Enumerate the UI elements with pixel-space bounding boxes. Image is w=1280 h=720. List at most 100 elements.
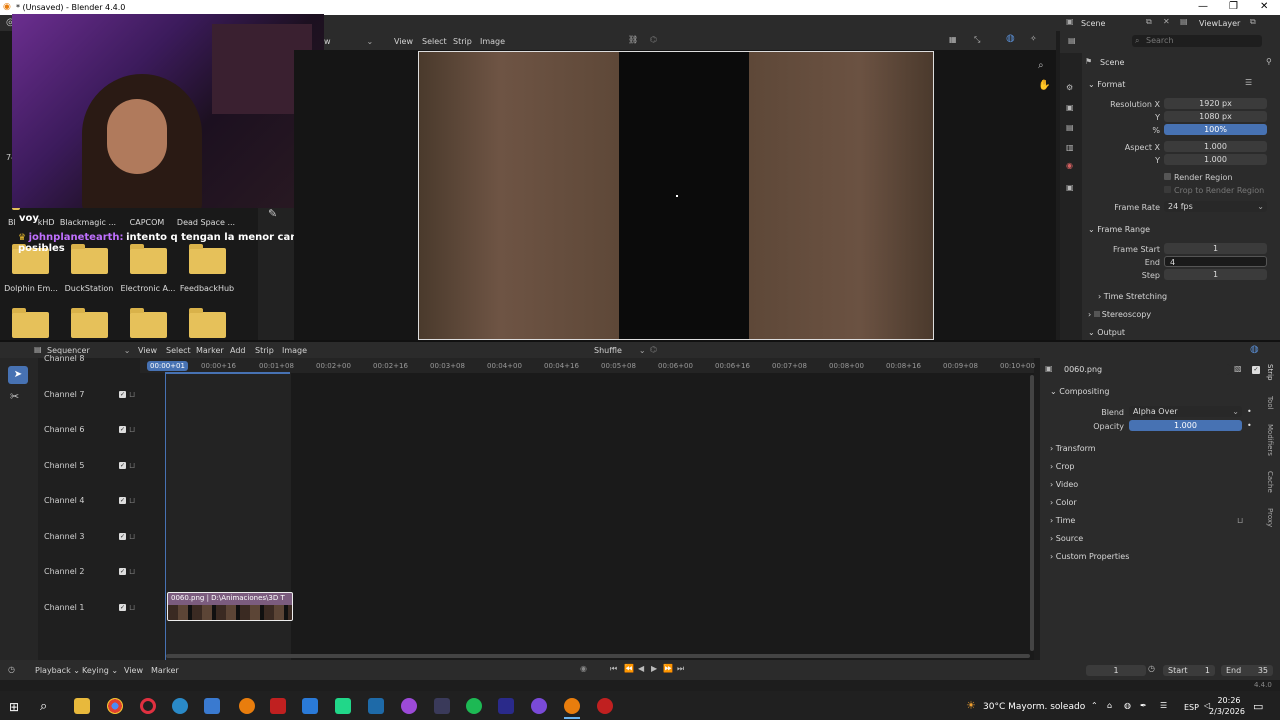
lock-icon[interactable]: ⊔ xyxy=(129,425,135,434)
opera-icon[interactable] xyxy=(140,698,156,714)
play-reverse-icon[interactable]: ◀ xyxy=(638,664,644,673)
chrome-icon[interactable] xyxy=(107,698,123,714)
voice-meeter-icon[interactable] xyxy=(270,698,286,714)
app-icon[interactable] xyxy=(531,698,547,714)
play-icon[interactable]: ▶ xyxy=(651,664,657,673)
time-lock-icon[interactable]: ⊔ xyxy=(1237,516,1243,525)
world-tab-icon[interactable]: ▣ xyxy=(1066,183,1074,192)
frame-range-panel-header[interactable]: ⌄ Frame Range xyxy=(1088,225,1150,234)
playhead-line[interactable] xyxy=(165,372,166,660)
channel-label[interactable]: Channel 6 xyxy=(44,425,84,434)
color-panel-header[interactable]: › Color xyxy=(1050,498,1077,507)
output-header[interactable]: ⌄ Output xyxy=(1088,328,1125,337)
folder-icon[interactable] xyxy=(130,308,167,338)
aspect-y-field[interactable]: 1.000 xyxy=(1164,154,1267,165)
seq-menu-image[interactable]: Image xyxy=(282,346,307,355)
preview-menu-view[interactable]: View xyxy=(394,37,413,46)
obs-icon[interactable] xyxy=(239,698,255,714)
time-stretching-header[interactable]: › Time Stretching xyxy=(1098,292,1167,301)
blend-select[interactable]: Alpha Over ⌄ xyxy=(1129,406,1242,417)
folder-icon[interactable] xyxy=(189,308,226,338)
clock-date[interactable]: 2/3/2026 xyxy=(1204,707,1250,716)
frame-step-field[interactable]: 1 xyxy=(1164,269,1267,280)
scene-tab-icon[interactable]: ◉ xyxy=(1066,161,1073,170)
strip-name-field[interactable]: 0060.png xyxy=(1060,364,1230,375)
folder-icon[interactable] xyxy=(189,244,226,274)
app-icon[interactable] xyxy=(434,698,450,714)
folder-icon[interactable] xyxy=(12,308,49,338)
tray-network-icon[interactable]: ⌂ xyxy=(1107,701,1112,710)
transform-panel-header[interactable]: › Transform xyxy=(1050,444,1096,453)
app-icon[interactable] xyxy=(401,698,417,714)
current-frame-field[interactable]: 1 xyxy=(1086,665,1146,676)
channel-toggle-checkbox[interactable]: ✓ xyxy=(119,533,126,540)
video-panel-header[interactable]: › Video xyxy=(1050,480,1078,489)
timeline-editor-icon[interactable]: ◷ xyxy=(8,665,15,674)
channel-toggle-checkbox[interactable]: ✓ xyxy=(119,568,126,575)
pycharm-icon[interactable] xyxy=(335,698,351,714)
channel-label[interactable]: Channel 4 xyxy=(44,496,84,505)
close-button[interactable]: ✕ xyxy=(1260,1,1268,12)
notification-icon[interactable]: ▭ xyxy=(1253,700,1263,713)
snapping-icon[interactable]: ⛓ xyxy=(628,35,638,44)
timeline-view-menu[interactable]: View xyxy=(124,666,143,675)
lock-icon[interactable]: ⊔ xyxy=(129,496,135,505)
scene-name[interactable]: Scene xyxy=(1081,19,1105,28)
seq-menu-marker[interactable]: Marker xyxy=(196,346,224,355)
after-effects-icon[interactable] xyxy=(498,698,514,714)
overlay-toggle-icon[interactable]: ⌬ xyxy=(650,35,657,44)
jump-start-icon[interactable]: ⏮ xyxy=(610,664,617,674)
channel-toggle-checkbox[interactable]: ✓ xyxy=(119,604,126,611)
overlays-icon[interactable]: ◍ xyxy=(1250,344,1259,355)
aspect-x-field[interactable]: 1.000 xyxy=(1164,141,1267,152)
minimize-button[interactable]: — xyxy=(1198,1,1208,12)
channel-label[interactable]: Channel 3 xyxy=(44,532,84,541)
folder-label[interactable]: FeedbackHub xyxy=(172,284,242,293)
view-layer-name[interactable]: ViewLayer xyxy=(1199,19,1240,28)
edge-icon[interactable] xyxy=(172,698,188,714)
maximize-button[interactable]: ❐ xyxy=(1229,1,1238,12)
shuffle-select[interactable]: Shuffle ⌄ xyxy=(594,346,646,355)
tray-wifi-icon[interactable]: ☰ xyxy=(1160,701,1167,710)
keyframe-dot-icon[interactable]: • xyxy=(1247,421,1252,430)
lock-icon[interactable]: ⊔ xyxy=(129,532,135,541)
strip-type-icon[interactable]: ▧ xyxy=(1234,364,1242,373)
tray-chevron-icon[interactable]: ⌃ xyxy=(1091,701,1098,710)
view-layer-tab-icon[interactable]: ▥ xyxy=(1066,143,1074,152)
folder-icon[interactable] xyxy=(71,308,108,338)
keyframe-dot-icon[interactable]: • xyxy=(1247,407,1252,416)
end-frame-field[interactable]: End 35 xyxy=(1221,665,1273,676)
strip-enable-checkbox[interactable]: ✓ xyxy=(1252,366,1260,374)
clock-time[interactable]: 20:26 xyxy=(1212,696,1246,705)
select-tool-icon[interactable]: ➤ xyxy=(8,366,28,384)
compositing-panel-header[interactable]: ⌄ Compositing xyxy=(1050,387,1109,396)
playback-menu[interactable]: Playback ⌄ xyxy=(35,666,80,675)
channel-toggle-checkbox[interactable]: ✓ xyxy=(119,426,126,433)
lock-icon[interactable]: ⊔ xyxy=(129,461,135,470)
horizontal-scrollbar[interactable] xyxy=(166,654,1030,658)
jump-end-icon[interactable]: ⏭ xyxy=(677,664,684,674)
source-panel-header[interactable]: › Source xyxy=(1050,534,1083,543)
presets-icon[interactable]: ☰ xyxy=(1245,78,1252,87)
crop-region-checkbox[interactable] xyxy=(1164,186,1171,193)
snap-icon[interactable]: ⌬ xyxy=(650,345,657,354)
opacity-slider[interactable]: 1.000 xyxy=(1129,420,1242,431)
crop-panel-header[interactable]: › Crop xyxy=(1050,462,1074,471)
timeline-marker-menu[interactable]: Marker xyxy=(151,666,179,675)
file-explorer-icon[interactable] xyxy=(74,698,90,714)
tool-tab-icon[interactable]: ⚙ xyxy=(1066,83,1073,92)
language-indicator[interactable]: ESP xyxy=(1184,703,1199,712)
blender-taskbar-icon[interactable] xyxy=(564,698,580,714)
auto-keying-icon[interactable]: ◉ xyxy=(580,664,587,673)
frame-start-field[interactable]: 1 xyxy=(1164,243,1267,254)
channel-label[interactable]: Channel 2 xyxy=(44,567,84,576)
preview-menu-image[interactable]: Image xyxy=(480,37,505,46)
sidebar-tab-proxy[interactable]: Proxy xyxy=(1266,508,1274,527)
sidebar-tab-tool[interactable]: Tool xyxy=(1266,396,1274,410)
folder-icon[interactable] xyxy=(130,244,167,274)
seq-menu-view[interactable]: View xyxy=(138,346,157,355)
seq-menu-strip[interactable]: Strip xyxy=(255,346,274,355)
sidebar-tab-modifiers[interactable]: Modifiers xyxy=(1266,424,1274,456)
editor-type-icon[interactable]: ▤ xyxy=(34,345,42,354)
image-strip[interactable]: 0060.png | D:\Animaciones\3D T xyxy=(167,592,293,621)
